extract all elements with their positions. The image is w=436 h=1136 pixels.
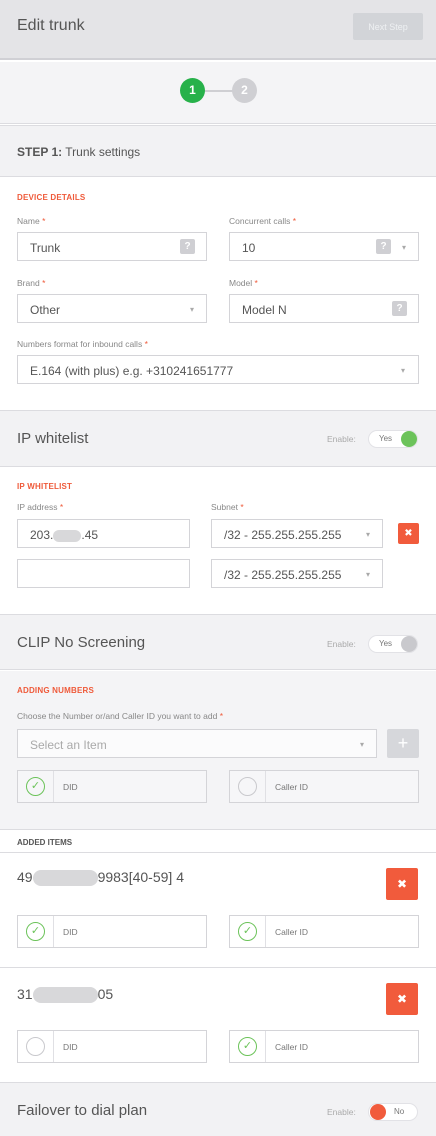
name-label: Name * (17, 216, 46, 226)
numbers-format-label: Numbers format for inbound calls * (17, 339, 148, 349)
caller-id-checkbox[interactable]: Caller ID (229, 770, 419, 803)
chevron-down-icon: ▾ (190, 305, 195, 314)
toggle-knob (370, 1104, 386, 1120)
check-icon: ✓ (238, 1037, 257, 1056)
top-bar: Edit trunk Next Step (0, 0, 436, 60)
failover-header: Failover to dial plan Enable: No (0, 1082, 436, 1136)
concurrent-calls-select[interactable]: 10 ? ▾ (229, 232, 419, 261)
device-details-heading: DEVICE DETAILS (17, 193, 86, 202)
did-checkbox[interactable]: ✓ DID (17, 770, 207, 803)
help-icon[interactable]: ? (180, 239, 195, 254)
clip-title: CLIP No Screening (17, 634, 146, 651)
empty-circle-icon (26, 1037, 45, 1056)
empty-circle-icon (238, 777, 257, 796)
added-items-heading: ADDED ITEMS (17, 838, 73, 847)
adding-numbers-heading: ADDING NUMBERS (17, 686, 95, 695)
close-icon: ✖ (404, 528, 413, 539)
toggle-knob (401, 636, 417, 652)
page-title: Edit trunk (17, 17, 85, 34)
subnet-select[interactable]: /32 - 255.255.255.255 ▾ (211, 559, 383, 588)
failover-toggle[interactable]: No (368, 1103, 418, 1121)
step-1-indicator[interactable]: 1 (180, 78, 205, 103)
did-checkbox[interactable]: ✓ DID (17, 915, 207, 948)
help-icon[interactable]: ? (376, 239, 391, 254)
stepper-connector (204, 90, 234, 92)
ip-address-input[interactable] (17, 559, 190, 588)
clip-header: CLIP No Screening Enable: Yes (0, 614, 436, 670)
enable-label: Enable: (327, 1107, 356, 1117)
enable-label: Enable: (327, 434, 356, 444)
item-select[interactable]: Select an Item ▾ (17, 729, 377, 758)
brand-label: Brand * (17, 278, 46, 288)
help-icon[interactable]: ? (392, 301, 407, 316)
step-2-indicator[interactable]: 2 (232, 78, 257, 103)
subnet-select[interactable]: /32 - 255.255.255.255 ▾ (211, 519, 383, 548)
subnet-label: Subnet * (211, 502, 244, 512)
check-icon: ✓ (26, 922, 45, 941)
toggle-knob (401, 431, 417, 447)
remove-item-button[interactable]: ✖ (386, 983, 418, 1015)
remove-ip-button[interactable]: ✖ (398, 523, 419, 544)
ip-whitelist-header: IP whitelist Enable: Yes (0, 410, 436, 467)
chevron-down-icon: ▾ (366, 530, 371, 539)
chevron-down-icon: ▾ (360, 740, 365, 749)
ip-address-input[interactable]: 203. .45 (17, 519, 190, 548)
redacted (53, 529, 82, 542)
step-title: Trunk settings (65, 145, 141, 159)
step-header: STEP 1: Trunk settings (0, 125, 436, 177)
added-item-number: 31 05 (17, 986, 114, 1004)
model-label: Model * (229, 278, 258, 288)
caller-id-checkbox[interactable]: ✓ Caller ID (229, 915, 419, 948)
step-prefix: STEP 1: (17, 145, 63, 159)
choose-label: Choose the Number or/and Caller ID you w… (17, 711, 224, 721)
enable-label: Enable: (327, 639, 356, 649)
caller-id-checkbox[interactable]: ✓ Caller ID (229, 1030, 419, 1063)
chevron-down-icon: ▾ (402, 243, 407, 252)
did-checkbox[interactable]: DID (17, 1030, 207, 1063)
numbers-format-select[interactable]: E.164 (with plus) e.g. +310241651777 ▾ (17, 355, 419, 384)
add-item-button[interactable]: + (387, 729, 419, 758)
added-item-number: 49 9983[40-59] 4 (17, 869, 184, 887)
check-icon: ✓ (26, 777, 45, 796)
redacted (32, 987, 98, 1004)
ip-whitelist-toggle[interactable]: Yes (368, 430, 418, 448)
ip-address-label: IP address * (17, 502, 64, 512)
clip-toggle[interactable]: Yes (368, 635, 418, 653)
chevron-down-icon: ▾ (401, 366, 406, 375)
ip-whitelist-heading: IP WHITELIST (17, 482, 73, 491)
ip-whitelist-title: IP whitelist (17, 430, 89, 447)
close-icon: ✖ (396, 877, 408, 891)
failover-title: Failover to dial plan (17, 1102, 148, 1119)
check-icon: ✓ (238, 922, 257, 941)
remove-item-button[interactable]: ✖ (386, 868, 418, 900)
model-field[interactable]: Model N ? (229, 294, 419, 323)
redacted (32, 870, 98, 887)
concurrent-calls-label: Concurrent calls * (229, 216, 297, 226)
close-icon: ✖ (396, 992, 408, 1006)
next-step-button[interactable]: Next Step (353, 13, 423, 40)
chevron-down-icon: ▾ (366, 570, 371, 579)
plus-icon: + (397, 733, 409, 753)
name-field[interactable]: Trunk ? (17, 232, 207, 261)
brand-select[interactable]: Other ▾ (17, 294, 207, 323)
stepper (0, 62, 436, 124)
